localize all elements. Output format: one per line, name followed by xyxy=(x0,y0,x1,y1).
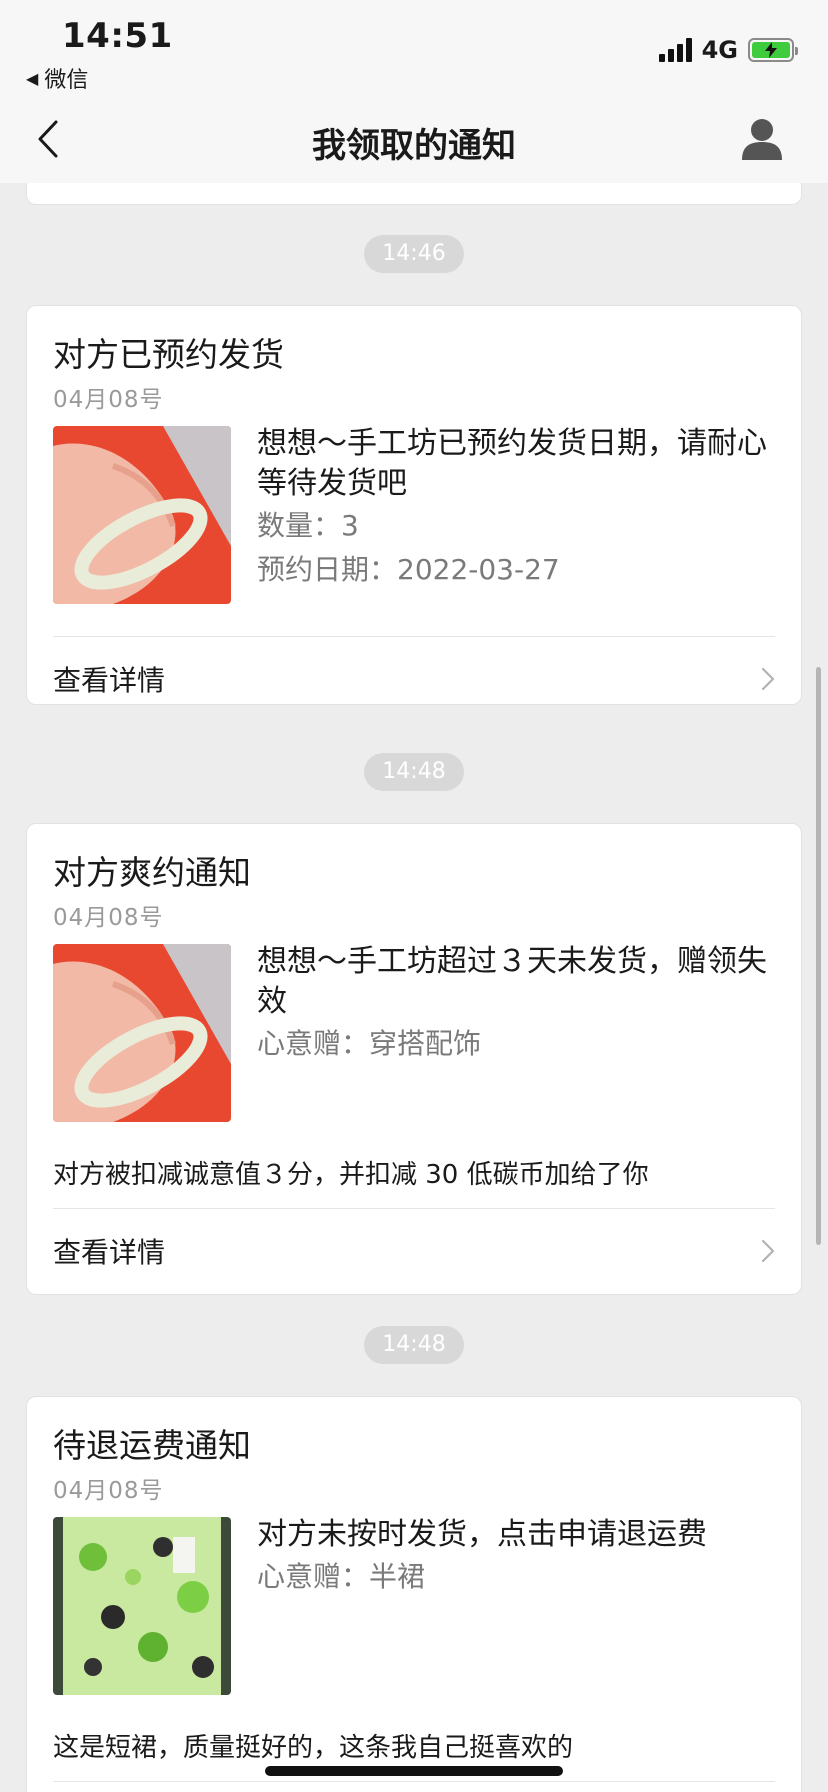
notice-title: 对方已预约发货 xyxy=(53,335,284,374)
status-indicators: 4G xyxy=(658,36,798,64)
notice-title: 待退运费通知 xyxy=(53,1426,251,1465)
back-triangle-icon: ◀ xyxy=(26,68,39,88)
screen: 14:51 ◀ 微信 4G 我领取的通知 14:46 对方已预约发货 04月08… xyxy=(0,0,828,1792)
gift-category-text: 心意赠：穿搭配饰 xyxy=(257,1027,482,1060)
notice-title: 对方爽约通知 xyxy=(53,853,251,892)
notice-info: 想想～手工坊已预约发货日期，请耐心等待发货吧 数量：3 预约日期：2022-03… xyxy=(257,424,775,592)
view-details-row[interactable]: 查看详情 xyxy=(27,1208,801,1294)
appointment-date-text: 预约日期：2022-03-27 xyxy=(257,553,560,586)
notice-message: 想想～手工坊已预约发货日期，请耐心等待发货吧 xyxy=(257,426,767,501)
product-thumbnail[interactable] xyxy=(53,1517,231,1695)
time-divider: 14:48 xyxy=(364,1326,464,1364)
view-details-row[interactable]: 查看详情 xyxy=(27,636,801,722)
scrollbar[interactable] xyxy=(816,667,821,1245)
divider xyxy=(53,1781,775,1782)
penalty-note: 对方被扣减诚意值３分，并扣减 30 低碳币加给了你 xyxy=(53,1160,649,1190)
navigation-bar: 我领取的通知 xyxy=(0,98,828,183)
notice-date: 04月08号 xyxy=(53,1478,164,1504)
notice-card[interactable]: 对方爽约通知 04月08号 想想～手工坊超过３天未发货，赠领失效 心意赠：穿搭配… xyxy=(26,823,802,1295)
gift-category-text: 心意赠：半裙 xyxy=(257,1560,426,1593)
item-description: 这是短裙，质量挺好的，这条我自己挺喜欢的 xyxy=(53,1733,574,1763)
back-to-app[interactable]: ◀ 微信 xyxy=(26,62,88,94)
page-title: 我领取的通知 xyxy=(312,126,516,166)
battery-icon xyxy=(748,38,798,62)
top-bar: 14:51 ◀ 微信 4G 我领取的通知 xyxy=(0,0,828,183)
notice-date: 04月08号 xyxy=(53,905,164,931)
previous-card xyxy=(26,183,802,205)
notice-card[interactable]: 待退运费通知 04月08号 对方未按时发货，点击申请退运费 心意赠：半裙 这是短… xyxy=(26,1396,802,1792)
product-thumbnail[interactable] xyxy=(53,426,231,604)
quantity-text: 数量：3 xyxy=(257,509,359,542)
network-type: 4G xyxy=(701,36,738,64)
notice-date: 04月08号 xyxy=(53,387,164,413)
chevron-right-icon xyxy=(761,1239,775,1263)
home-indicator[interactable] xyxy=(265,1766,563,1776)
chevron-right-icon xyxy=(761,667,775,691)
notice-info: 对方未按时发货，点击申请退运费 心意赠：半裙 xyxy=(257,1515,775,1599)
notice-message: 对方未按时发货，点击申请退运费 xyxy=(257,1517,707,1552)
signal-icon xyxy=(658,38,692,62)
user-avatar-icon[interactable] xyxy=(740,116,784,162)
status-time: 14:51 xyxy=(62,16,173,56)
notice-message: 想想～手工坊超过３天未发货，赠领失效 xyxy=(257,944,767,1019)
time-divider: 14:46 xyxy=(364,235,464,273)
time-divider: 14:48 xyxy=(364,753,464,791)
notice-info: 想想～手工坊超过３天未发货，赠领失效 心意赠：穿搭配饰 xyxy=(257,942,775,1066)
notice-card[interactable]: 对方已预约发货 04月08号 想想～手工坊已预约发货日期，请耐心等待发货吧 数量… xyxy=(26,305,802,705)
view-details-label: 查看详情 xyxy=(53,664,166,697)
product-thumbnail[interactable] xyxy=(53,944,231,1122)
back-app-label: 微信 xyxy=(44,68,89,93)
view-details-label: 查看详情 xyxy=(53,1236,166,1269)
